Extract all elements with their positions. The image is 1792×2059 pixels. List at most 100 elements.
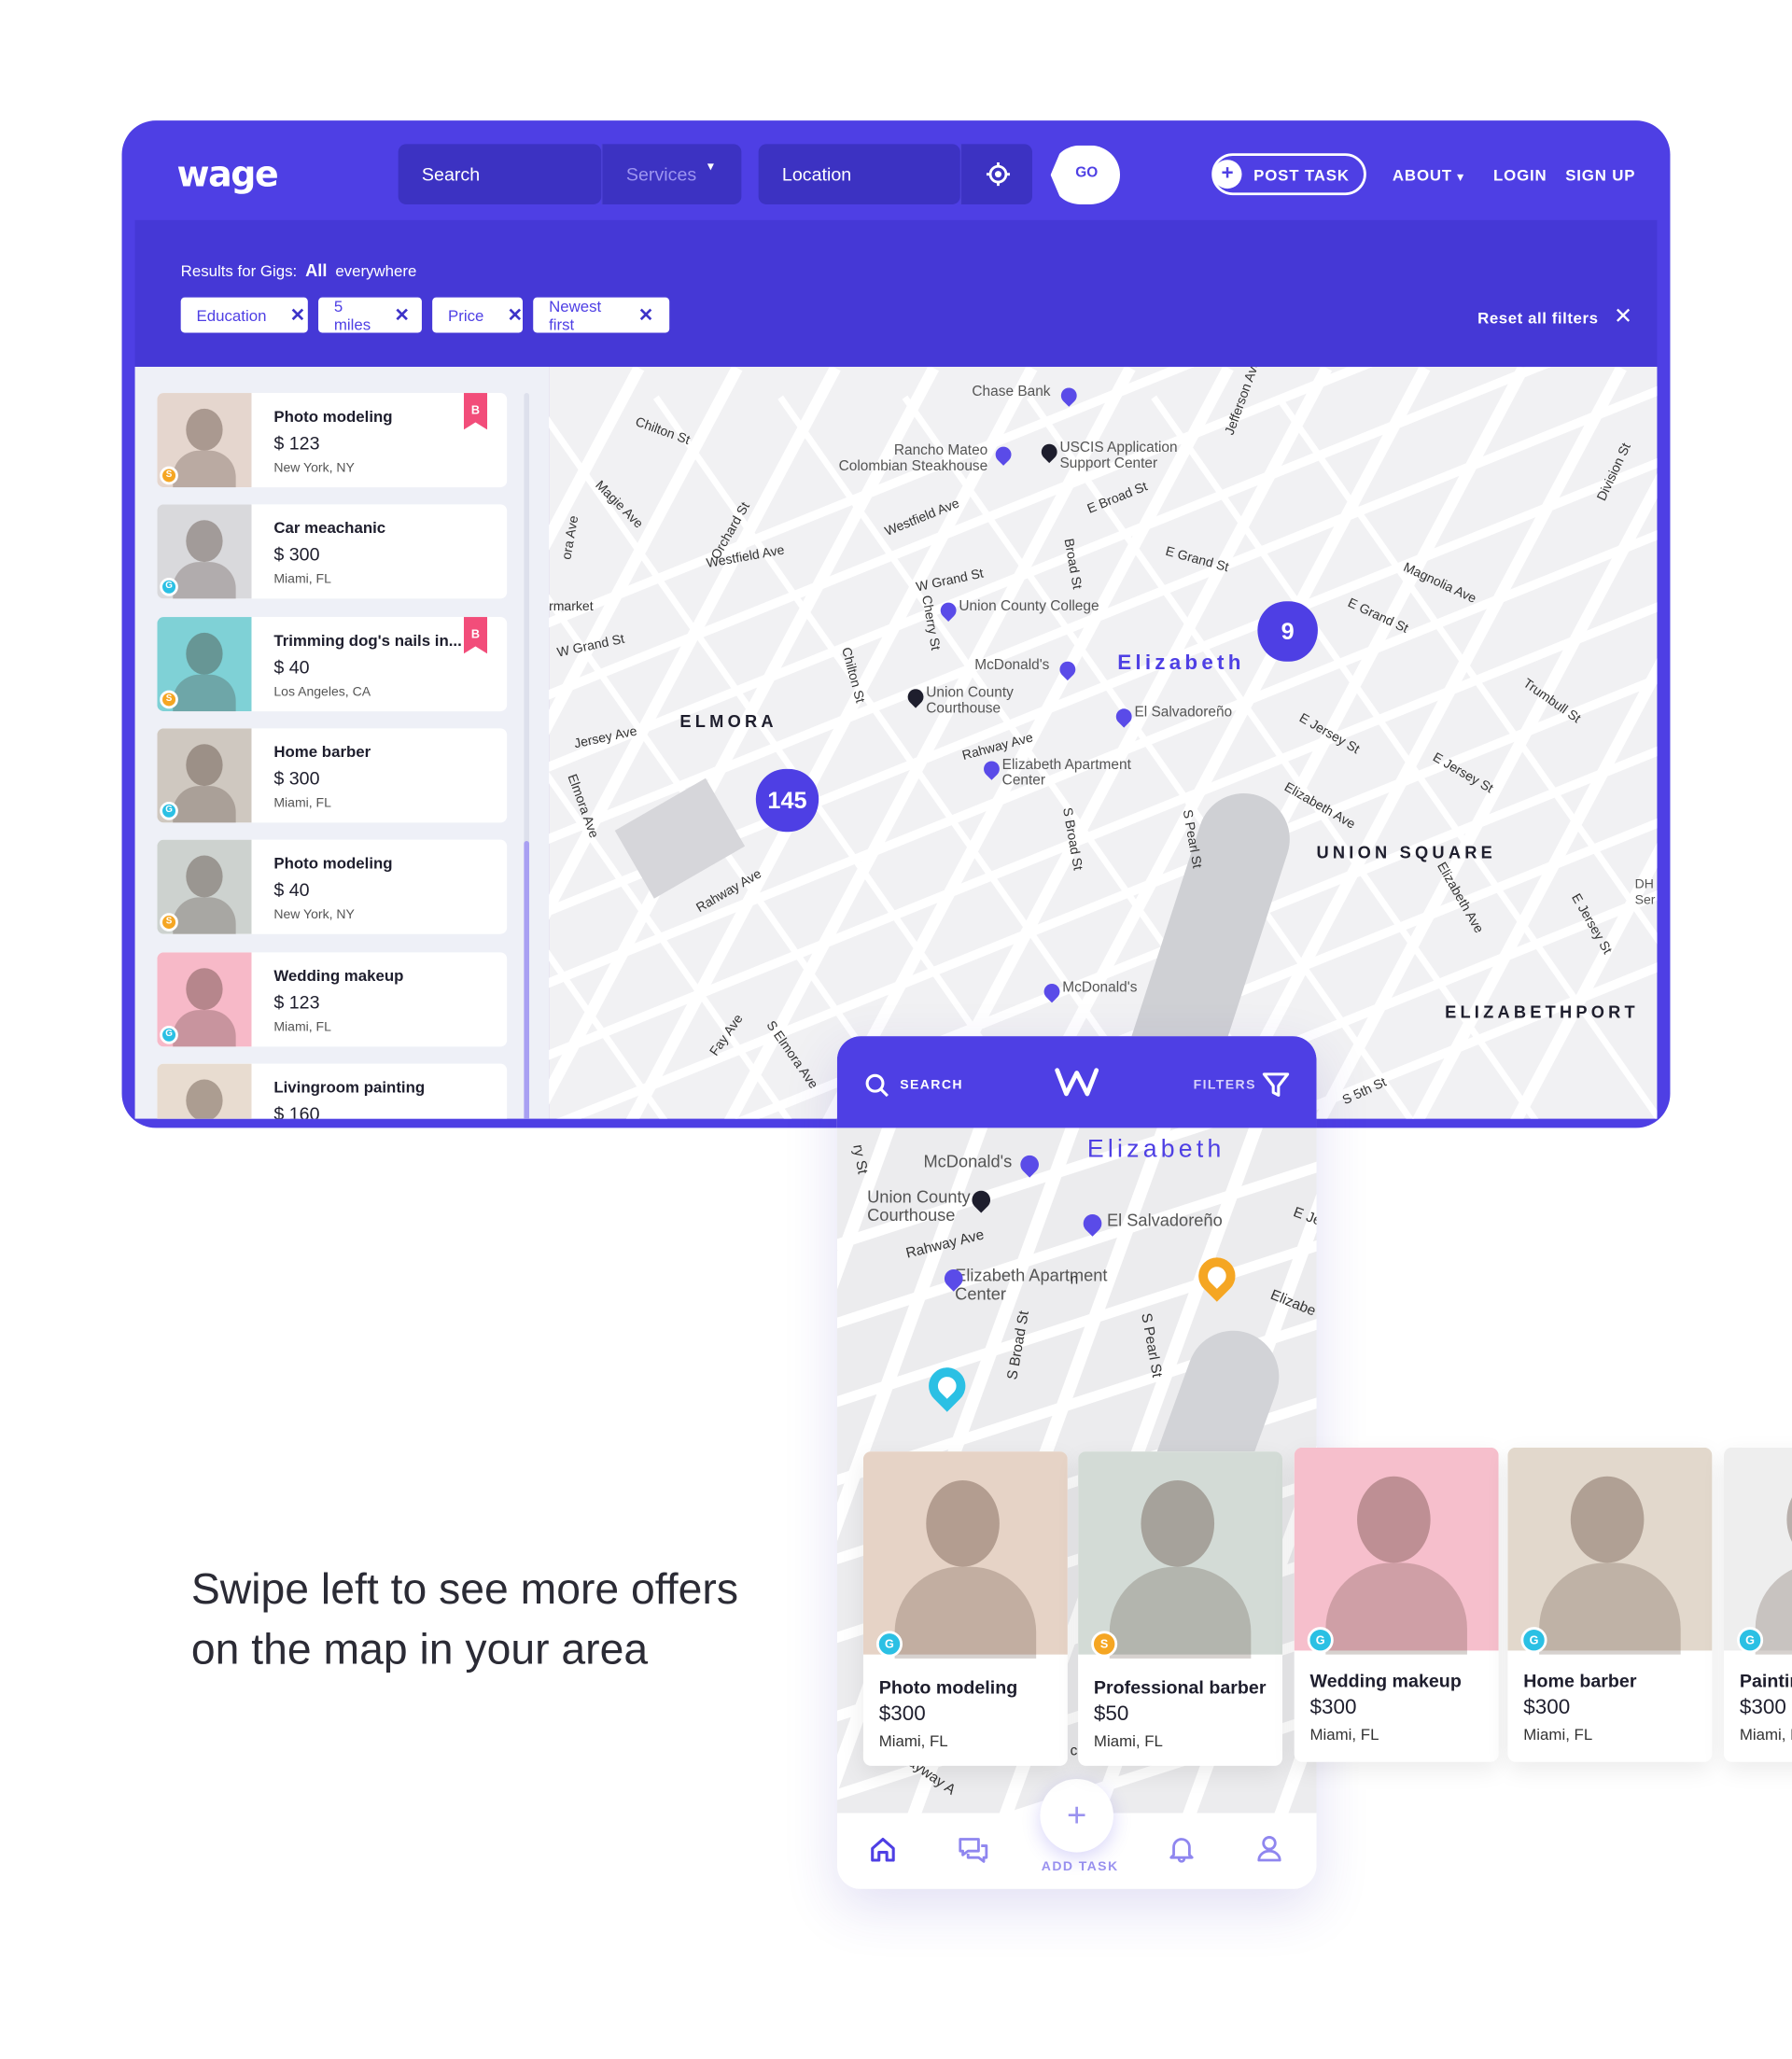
gig-title: Car meachanic xyxy=(273,518,386,538)
gig-title: Trimming dog's nails in... xyxy=(273,631,462,651)
offer-image xyxy=(862,1451,1068,1659)
list-item[interactable]: Photo modeling $ 40 New York, NY S xyxy=(157,839,508,934)
category-badge: G xyxy=(160,1025,178,1044)
offer-image xyxy=(1294,1447,1499,1655)
map-cluster-marker[interactable]: 145 xyxy=(755,768,819,833)
close-icon[interactable]: ✕ xyxy=(290,304,305,327)
scrollbar-thumb[interactable] xyxy=(524,841,530,1119)
poi-label[interactable]: El Salvadoreño xyxy=(1134,705,1344,721)
gig-location: New York, NY xyxy=(273,461,355,476)
poi-label[interactable]: Elizabeth Apartment Center xyxy=(1002,757,1159,789)
offer-location: Miami, FL xyxy=(878,1731,948,1751)
offer-title: Professional barber xyxy=(1093,1676,1267,1698)
add-task-button[interactable]: + xyxy=(1040,1778,1113,1853)
list-item[interactable]: Car meachanic $ 300 Miami, FL G xyxy=(157,504,508,599)
poi-label[interactable]: El Salvadoreño xyxy=(1107,1212,1304,1230)
search-input[interactable]: Search xyxy=(398,144,602,204)
list-item[interactable]: Home barber $ 300 Miami, FL G xyxy=(157,728,508,823)
close-icon: ✕ xyxy=(1613,303,1633,329)
offer-image xyxy=(1507,1447,1713,1655)
gig-location: Miami, FL xyxy=(273,1020,331,1035)
close-icon[interactable]: ✕ xyxy=(394,304,409,327)
login-link[interactable]: LOGIN xyxy=(1493,166,1547,185)
filter-chip-education[interactable]: Education ✕ xyxy=(180,297,308,333)
poi-label: DH Ser xyxy=(1634,877,1656,908)
map-pin-icon[interactable] xyxy=(980,757,1003,780)
category-badge: S xyxy=(160,466,178,485)
map[interactable]: Chilton St Magie Ave Orchard St Westfield A… xyxy=(549,366,1658,1119)
close-icon[interactable]: ✕ xyxy=(508,304,523,327)
services-dropdown[interactable]: Services ▾ xyxy=(601,144,742,204)
go-label: GO xyxy=(1075,164,1099,181)
offer-location: Miami, FL xyxy=(1093,1731,1163,1751)
street-label: ry St xyxy=(849,1143,871,1176)
offer-card[interactable]: G Photo modeling $300 Miami, FL xyxy=(862,1451,1068,1766)
gig-price: $ 160 xyxy=(273,1102,320,1119)
locate-me-button[interactable] xyxy=(959,144,1032,204)
about-menu[interactable]: ABOUT ▾ xyxy=(1393,166,1464,185)
reset-filters-button[interactable]: Reset all filters ✕ xyxy=(1477,304,1632,330)
poi-label[interactable]: McDonald's xyxy=(1062,980,1272,996)
filter-chip-sort[interactable]: Newest first ✕ xyxy=(533,297,670,333)
filter-chip-distance[interactable]: 5 miles ✕ xyxy=(318,297,422,333)
gig-location: Los Angeles, CA xyxy=(273,685,371,700)
gig-title: Photo modeling xyxy=(273,407,393,427)
map-cluster-marker[interactable]: 9 xyxy=(1257,601,1318,662)
filter-icon[interactable] xyxy=(1262,1071,1291,1100)
chat-icon[interactable] xyxy=(958,1835,989,1864)
home-icon[interactable] xyxy=(869,1835,898,1864)
bell-icon[interactable] xyxy=(1168,1834,1197,1863)
post-task-button[interactable]: + POST TASK xyxy=(1211,153,1366,196)
poi-label[interactable]: Elizabeth Apartment Center xyxy=(955,1266,1125,1303)
poi-label[interactable]: Union County Courthouse xyxy=(867,1187,985,1225)
map-pin-icon[interactable] xyxy=(1038,441,1061,464)
gig-price: $ 40 xyxy=(273,878,310,901)
bookmark-ribbon[interactable]: B xyxy=(463,617,488,654)
post-task-label: POST TASK xyxy=(1253,166,1350,185)
offer-price: $300 xyxy=(1523,1696,1571,1719)
signup-link[interactable]: SIGN UP xyxy=(1565,166,1635,185)
search-label[interactable]: SEARCH xyxy=(900,1078,963,1092)
poi-label[interactable]: Union County Courthouse xyxy=(926,685,1083,717)
close-icon[interactable]: ✕ xyxy=(638,304,653,327)
list-item[interactable]: Photo modeling $ 123 New York, NY S B xyxy=(157,393,508,488)
chevron-down-icon: ▾ xyxy=(707,160,714,175)
swipe-caption: Swipe left to see more offers on the map… xyxy=(191,1559,794,1679)
offer-location: Miami, FL xyxy=(1523,1725,1593,1744)
user-icon[interactable] xyxy=(1255,1834,1284,1863)
filters-label[interactable]: FILTERS xyxy=(1194,1078,1256,1092)
list-item[interactable]: Livingroom painting $ 160 xyxy=(157,1063,508,1119)
poi-label[interactable]: Rancho Mateo Colombian Steakhouse xyxy=(824,442,988,474)
offer-title: Photo modeling xyxy=(878,1676,1018,1698)
poi-label[interactable]: Union County College xyxy=(959,598,1169,614)
offer-price: $300 xyxy=(1309,1696,1357,1719)
go-button[interactable]: GO xyxy=(1050,145,1121,204)
list-item[interactable]: Trimming dog's nails in... $ 40 Los Angele… xyxy=(157,617,508,712)
offer-image xyxy=(1078,1451,1283,1659)
offer-card[interactable]: G Wedding makeup $300 Miami, FL xyxy=(1294,1447,1499,1762)
bookmark-ribbon[interactable]: B xyxy=(463,393,488,430)
offer-card[interactable]: S Professional barber $50 Miami, FL xyxy=(1078,1451,1283,1766)
filter-chip-price[interactable]: Price ✕ xyxy=(432,297,523,333)
street-label: S Pearl St xyxy=(1138,1311,1165,1380)
gig-location: Miami, FL xyxy=(273,572,331,587)
mobile-header: SEARCH FILTERS xyxy=(836,1036,1317,1128)
street-label: Broad St xyxy=(1060,537,1085,591)
offer-card[interactable]: G Home barber $300 Miami, FL xyxy=(1507,1447,1713,1762)
gig-price: $ 300 xyxy=(273,543,320,565)
location-input[interactable]: Location xyxy=(758,144,960,204)
category-badge: G xyxy=(875,1631,903,1658)
list-item[interactable]: Wedding makeup $ 123 Miami, FL G xyxy=(157,952,508,1047)
offer-price: $50 xyxy=(1093,1702,1129,1726)
offer-title: Paintin xyxy=(1739,1670,1792,1691)
add-task-label[interactable]: ADD TASK xyxy=(1042,1860,1119,1874)
category-badge: S xyxy=(1091,1631,1118,1658)
poi-label[interactable]: USCIS Application Support Center xyxy=(1059,441,1216,472)
wage-logo-icon xyxy=(1055,1068,1099,1097)
results-list[interactable]: Photo modeling $ 123 New York, NY S B Car mea… xyxy=(134,366,550,1119)
logo[interactable]: wage xyxy=(176,155,278,196)
offer-card[interactable]: G Paintin $300 Miami, F xyxy=(1724,1447,1792,1762)
gig-price: $ 300 xyxy=(273,767,320,789)
gig-price: $ 123 xyxy=(273,432,320,454)
search-icon[interactable] xyxy=(864,1072,890,1099)
